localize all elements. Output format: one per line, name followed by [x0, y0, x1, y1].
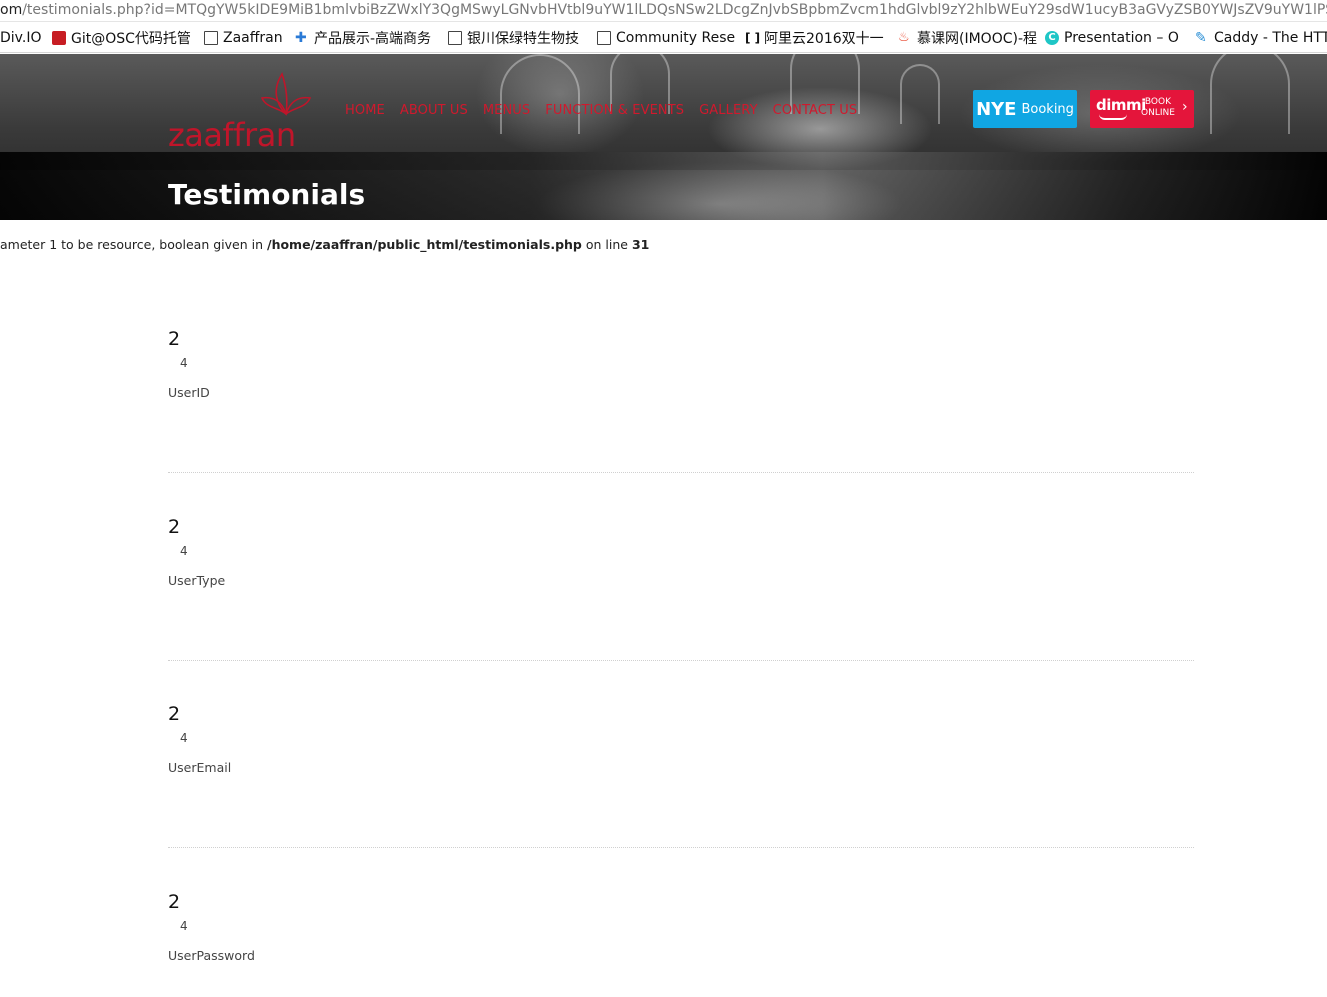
url-path: /testimonials.php?id=MTQgYW5kIDE9MiB1bml… [22, 2, 1327, 18]
caddy-icon: ✎ [1195, 30, 1207, 46]
bookmark-label: 阿里云2016双十一 [764, 31, 884, 47]
site-logo[interactable]: zaaffran [168, 66, 318, 154]
logo-wordmark: zaaffran [168, 116, 296, 154]
bookmark-presentation[interactable]: C Presentation – O [1045, 29, 1179, 47]
nye-booking-button[interactable]: NYE Booking [973, 90, 1077, 128]
doc-icon [204, 31, 218, 45]
booking-label: Booking [1021, 101, 1074, 117]
entry-sub-number: 4 [180, 544, 188, 558]
entry-label: UserID [168, 385, 210, 400]
doc-icon [597, 31, 611, 45]
nav-menus[interactable]: MENUS [483, 103, 530, 118]
git-icon [52, 31, 66, 45]
testimonial-entry: 2 4 UserType [168, 516, 1194, 661]
grid-icon: ✚ [295, 30, 307, 46]
dimmi-smile-icon [1099, 114, 1127, 120]
bookmark-label: Zaaffran [223, 30, 283, 46]
entry-divider [168, 472, 1194, 473]
bookmark-community[interactable]: Community Rese [597, 29, 735, 47]
address-bar[interactable]: om/testimonials.php?id=MTQgYW5kIDE9MiB1b… [0, 0, 1327, 22]
book-online-label: BOOK ONLINE [1141, 97, 1175, 118]
c-icon: C [1045, 31, 1059, 45]
testimonial-entry: 2 4 UserPassword [168, 891, 1194, 963]
nav-function-events[interactable]: FUNCTION & EVENTS [545, 103, 684, 118]
doc-icon [448, 31, 462, 45]
entry-number: 2 [168, 516, 181, 538]
bookmark-label: Presentation – O [1064, 30, 1179, 46]
nav-contact-us[interactable]: CONTACT US [773, 103, 858, 118]
entry-label: UserPassword [168, 948, 255, 963]
bookmark-label: 银川保绿特生物技 [467, 31, 579, 47]
bookmarks-bar: Div.IO Git@OSC代码托管 Zaaffran ✚ 产品展示-高端商务 … [0, 23, 1327, 53]
bookmark-label: Git@OSC代码托管 [71, 31, 191, 47]
bookmark-zaaffran[interactable]: Zaaffran [204, 29, 283, 47]
nye-label: NYE [976, 98, 1017, 120]
bookmark-label: Div.IO [0, 30, 42, 46]
entry-sub-number: 4 [180, 731, 188, 745]
entry-number: 2 [168, 891, 181, 913]
chevron-right-icon: › [1182, 99, 1188, 115]
dimmi-brand: dimmi [1096, 96, 1146, 114]
url-host: om [0, 2, 23, 18]
testimonial-entry: 2 4 UserID [168, 328, 1194, 473]
entry-number: 2 [168, 703, 181, 725]
dimmi-book-online-button[interactable]: dimmi BOOK ONLINE › [1090, 90, 1194, 128]
bookmark-label: Community Rese [616, 30, 736, 46]
nav-gallery[interactable]: GALLERY [699, 103, 758, 118]
leaf-logo-icon [260, 72, 312, 116]
entry-divider [168, 847, 1194, 848]
bookmark-label: Caddy - The HTTP [1214, 30, 1327, 46]
bookmark-aliyun[interactable]: [ ] 阿里云2016双十一 [745, 29, 884, 47]
php-error-message: ameter 1 to be resource, boolean given i… [0, 237, 650, 252]
bookmark-git-osc[interactable]: Git@OSC代码托管 [52, 29, 191, 47]
entry-label: UserType [168, 573, 226, 588]
bookmark-caddy[interactable]: ✎ Caddy - The HTTP [1195, 29, 1327, 47]
entry-sub-number: 4 [180, 919, 188, 933]
bookmark-imooc[interactable]: ♨ 慕课网(IMOOC)-程 [898, 29, 1037, 48]
bookmark-label: 产品展示-高端商务 [314, 31, 432, 47]
entry-number: 2 [168, 328, 181, 350]
bookmark-products[interactable]: ✚ 产品展示-高端商务 [295, 29, 431, 47]
entry-label: UserEmail [168, 760, 232, 775]
nav-about-us[interactable]: ABOUT US [400, 103, 468, 118]
main-nav: HOME ABOUT US MENUS FUNCTION & EVENTS GA… [345, 103, 872, 118]
entry-sub-number: 4 [180, 356, 188, 370]
bookmark-yinchuan[interactable]: 银川保绿特生物技 [448, 29, 579, 47]
bookmark-label: 慕课网(IMOOC)-程 [917, 31, 1037, 47]
entry-divider [168, 660, 1194, 661]
page-title: Testimonials [168, 178, 366, 211]
fire-icon: ♨ [898, 30, 910, 45]
nav-home[interactable]: HOME [345, 103, 385, 118]
aliyun-icon: [ ] [745, 31, 761, 45]
testimonial-entry: 2 4 UserEmail [168, 703, 1194, 848]
bookmark-divio[interactable]: Div.IO [0, 29, 41, 47]
